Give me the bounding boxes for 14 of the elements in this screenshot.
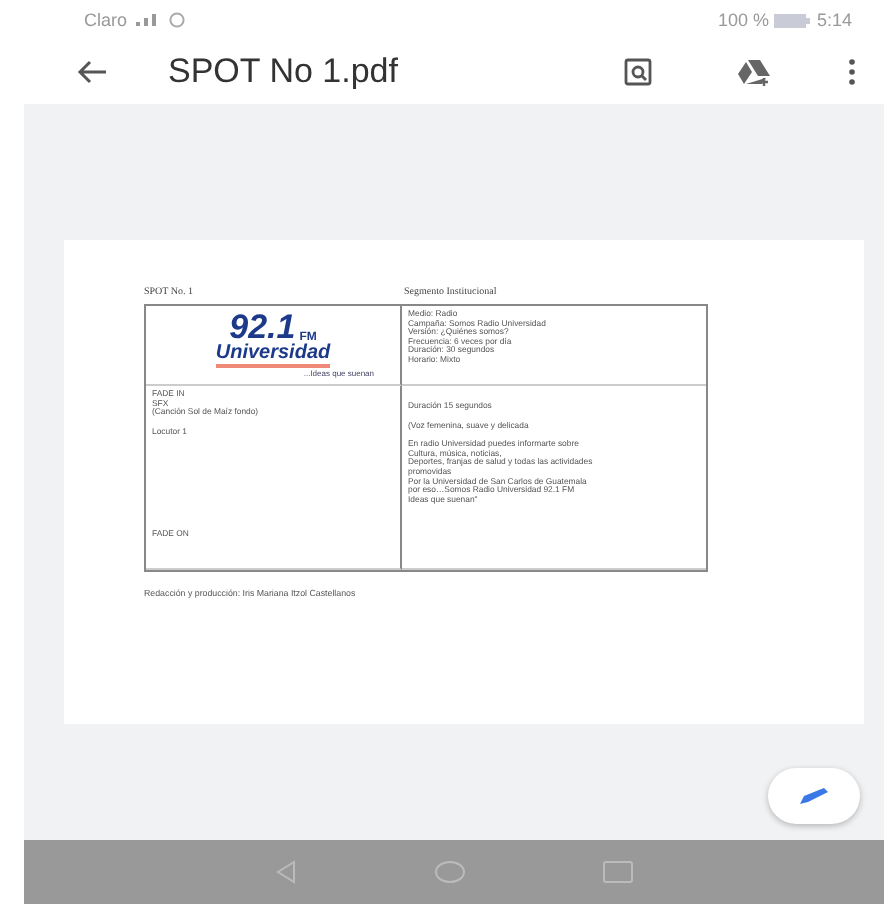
clock-time: 5:14 [816,10,852,30]
logo-name: Universidad [215,344,331,368]
logo-number: 92.1 [229,310,296,344]
drive-add-icon[interactable] [736,58,772,86]
back-arrow-icon[interactable] [76,60,108,84]
battery-percent: 100 % [717,10,769,30]
more-menu-icon[interactable] [848,58,856,86]
signal-icon [133,12,162,28]
document-title: SPOT No 1.pdf [168,52,400,92]
search-icon[interactable] [624,58,652,86]
battery-icon [774,13,811,27]
edit-button[interactable] [768,768,860,824]
pencil-icon [796,786,832,806]
carrier-name: Claro [84,10,128,30]
